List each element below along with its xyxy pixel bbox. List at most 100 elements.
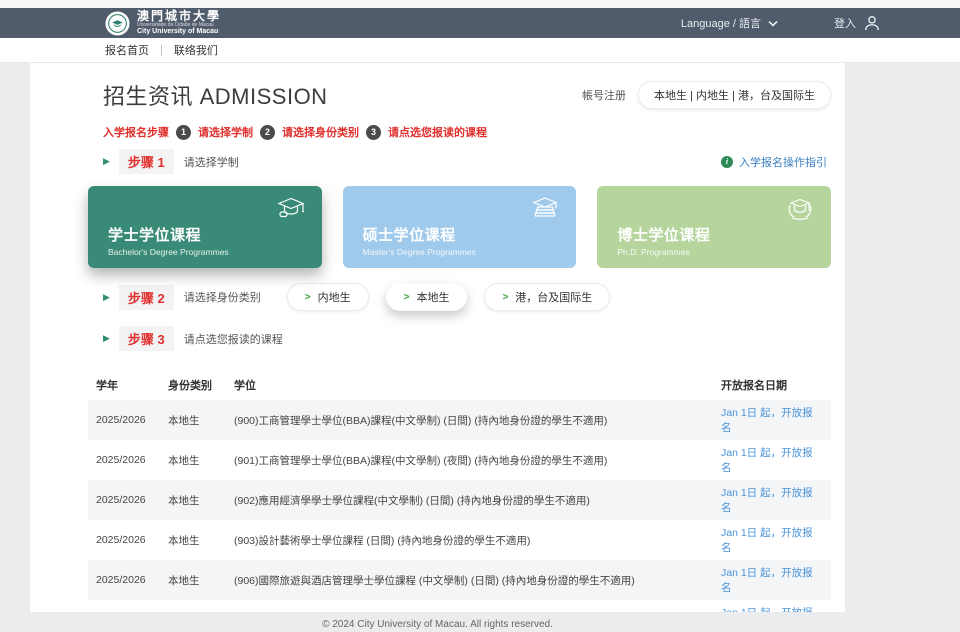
master-cap-icon [529,195,561,222]
cell-year: 2025/2026 [88,400,160,440]
table-row: 2025/2026 本地生 (901)工商管理學士學位(BBA)課程(中文學制)… [88,440,831,480]
open-registration-link[interactable]: Jan 1日 起，开放报名 [721,447,813,474]
step-3-intro-label: 请点选您报读的课程 [388,124,487,140]
secondary-nav: 报名首页 | 联络我们 [0,38,960,63]
table-row: 2025/2026 本地生 (907)國際旅遊與酒店管理學士學位課程 (中文學制… [88,600,831,612]
language-label: Language / 語言 [681,15,761,31]
cell-programme: (902)應用經濟學學士學位課程(中文學制) (日間) (持內地身份證的學生不適… [226,480,713,520]
cell-programme: (901)工商管理學士學位(BBA)課程(中文學制) (夜間) (持內地身份證的… [226,440,713,480]
table-row: 2025/2026 本地生 (906)國際旅遊與酒店管理學士學位課程 (中文學制… [88,560,831,600]
step2-label: 步骤 2 [119,285,174,310]
cell-year: 2025/2026 [88,560,160,600]
step-3-number-badge: 3 [366,125,381,140]
cell-programme: (907)國際旅遊與酒店管理學士學位課程 (中文學制) (夜間) (持內地身份證… [226,600,713,612]
identity-pill-mainland[interactable]: > 内地生 [287,283,369,311]
step1-row: ▶ 步骤 1 请选择学制 i 入学报名操作指引 [103,149,831,174]
identity-pill-local[interactable]: > 本地生 [386,283,468,311]
bachelor-programmes-card[interactable]: 学士学位课程 Bachelor's Degree Programmes [88,186,322,268]
identity-pill-mainland-label: 内地生 [318,289,351,305]
open-registration-link[interactable]: Jan 1日 起，开放报名 [721,487,813,514]
table-row: 2025/2026 本地生 (902)應用經濟學學士學位課程(中文學制) (日間… [88,480,831,520]
table-row: 2025/2026 本地生 (900)工商管理學士學位(BBA)課程(中文學制)… [88,400,831,440]
nav-contact-link[interactable]: 联络我们 [174,42,218,58]
register-identity-pill[interactable]: 本地生 | 内地生 | 港，台及国际生 [638,81,831,109]
chevron-right-icon: > [404,292,410,303]
register-label: 帳号注册 [582,87,626,103]
guide-link-label: 入学报名操作指引 [739,154,827,170]
university-logo[interactable]: 澳門城市大學 Universidade da Cidade de Macau C… [105,10,221,36]
open-registration-link[interactable]: Jan 1日 起，开放报名 [721,407,813,434]
chevron-right-icon: > [305,292,311,303]
info-icon: i [721,156,733,168]
cell-year: 2025/2026 [88,440,160,480]
open-registration-link[interactable]: Jan 1日 起，开放报名 [721,607,813,612]
bachelor-cap-icon [275,195,307,222]
step3-triangle-icon: ▶ [103,333,110,344]
steps-intro: 入学报名步骤 1 请选择学制 2 请选择身份类别 3 请点选您报读的课程 [103,124,831,140]
cell-category: 本地生 [160,480,226,520]
cell-category: 本地生 [160,520,226,560]
degree-cards-row: 学士学位课程 Bachelor's Degree Programmes 硕士学位… [88,186,831,268]
nav-home-link[interactable]: 报名首页 [105,42,149,58]
login-button[interactable]: 登入 [834,13,882,33]
open-registration-link[interactable]: Jan 1日 起，开放报名 [721,567,813,594]
step1-desc: 请选择学制 [184,154,239,170]
step2-triangle-icon: ▶ [103,292,110,303]
chevron-down-icon [768,20,778,27]
phd-laurel-cap-icon [784,195,816,222]
bachelor-card-title: 学士学位课程 [108,224,322,245]
cell-programme: (906)國際旅遊與酒店管理學士學位課程 (中文學制) (日間) (持內地身份證… [226,560,713,600]
logo-text: 澳門城市大學 Universidade da Cidade de Macau C… [137,10,221,36]
step-2-number-badge: 2 [260,125,275,140]
step-2-intro-label: 请选择身份类别 [282,124,359,140]
page-title: 招生资讯 ADMISSION [103,79,328,111]
cell-year: 2025/2026 [88,600,160,612]
step3-row: ▶ 步骤 3 请点选您报读的课程 [103,326,831,351]
cell-programme: (900)工商管理學士學位(BBA)課程(中文學制) (日間) (持內地身份證的… [226,400,713,440]
bachelor-card-subtitle: Bachelor's Degree Programmes [108,247,322,257]
identity-pill-hk-tw-intl[interactable]: > 港，台及国际生 [484,283,610,311]
cell-category: 本地生 [160,560,226,600]
application-guide-link[interactable]: i 入学报名操作指引 [721,154,827,170]
master-card-title: 硕士学位课程 [363,224,577,245]
identity-pill-hk-tw-intl-label: 港，台及国际生 [515,289,592,305]
phd-programmes-card[interactable]: 博士学位课程 Ph.D. Programmes [597,186,831,268]
programmes-table: 学年 身份类别 学位 开放报名日期 2025/2026 本地生 (900)工商管… [88,371,831,612]
university-emblem-icon [105,11,130,36]
master-card-subtitle: Master's Degree Programmes [363,247,577,257]
open-registration-link[interactable]: Jan 1日 起，开放报名 [721,527,813,554]
step3-label: 步骤 3 [119,326,174,351]
phd-card-subtitle: Ph.D. Programmes [617,247,831,257]
table-row: 2025/2026 本地生 (903)設計藝術學士學位課程 (日間) (持內地身… [88,520,831,560]
col-header-open-date: 开放报名日期 [713,371,831,400]
user-icon [862,13,882,33]
nav-separator: | [160,44,163,56]
step1-triangle-icon: ▶ [103,156,110,167]
step-1-intro-label: 请选择学制 [198,124,253,140]
chevron-right-icon: > [502,292,508,303]
col-header-category: 身份类别 [160,371,226,400]
steps-intro-prefix: 入学报名步骤 [103,124,169,140]
phd-card-title: 博士学位课程 [617,224,831,245]
step1-label: 步骤 1 [119,149,174,174]
logo-name-cn: 澳門城市大學 [137,10,221,22]
step3-desc: 请点选您报读的课程 [184,331,283,347]
table-body: 2025/2026 本地生 (900)工商管理學士學位(BBA)課程(中文學制)… [88,400,831,612]
step2-desc: 请选择身份类别 [184,289,261,305]
cell-category: 本地生 [160,440,226,480]
cell-category: 本地生 [160,400,226,440]
app-header: 澳門城市大學 Universidade da Cidade de Macau C… [0,8,960,38]
cell-year: 2025/2026 [88,480,160,520]
table-header-row: 学年 身份类别 学位 开放报名日期 [88,371,831,400]
logo-name-en: City University of Macau [137,28,221,36]
cell-programme: (903)設計藝術學士學位課程 (日間) (持內地身份證的學生不適用) [226,520,713,560]
top-strip [0,0,960,8]
master-programmes-card[interactable]: 硕士学位课程 Master's Degree Programmes [343,186,577,268]
cell-category: 本地生 [160,600,226,612]
col-header-programme: 学位 [226,371,713,400]
step-1-number-badge: 1 [176,125,191,140]
footer-copyright: © 2024 City University of Macau. All rig… [30,612,845,630]
step2-row: ▶ 步骤 2 请选择身份类别 > 内地生 > 本地生 > 港，台及国际生 [103,283,831,311]
col-header-year: 学年 [88,371,160,400]
language-selector[interactable]: Language / 語言 [681,15,778,31]
